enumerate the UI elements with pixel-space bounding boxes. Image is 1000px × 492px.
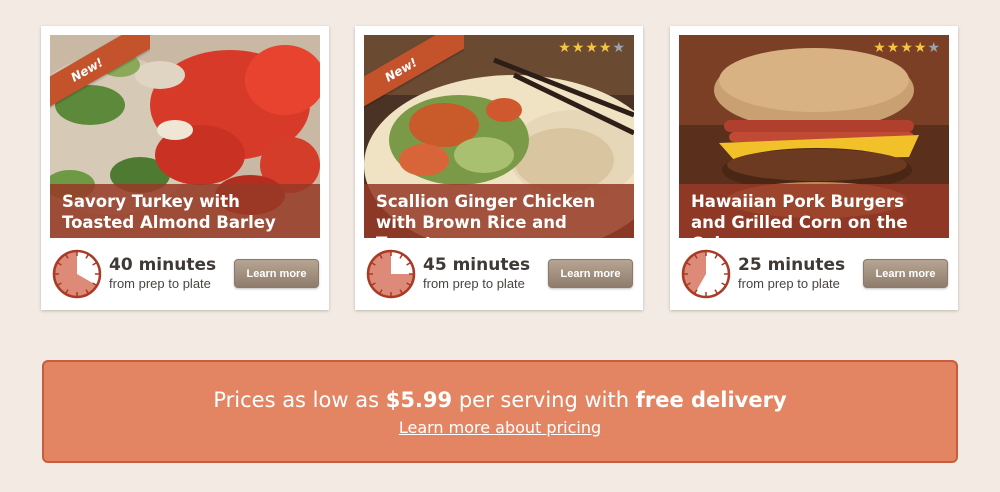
recipe-photo-turkey[interactable]: New! Savory Turkey with Toasted Almond B… (50, 35, 320, 238)
cook-time-caption: from prep to plate (423, 276, 525, 291)
star-empty-icon: ★ (612, 40, 626, 56)
recipe-card-pork-burgers[interactable]: ★★★★★ Hawaiian Pork Burgers and Grilled … (670, 26, 958, 310)
star-empty-icon: ★ (927, 40, 941, 56)
star-rating: ★★★★★ (558, 40, 626, 56)
recipe-card-scallion-chicken[interactable]: New! ★★★★★ Scallion Ginger Chicken with … (355, 26, 643, 310)
cook-time: 45 minutes (423, 255, 531, 275)
pricing-link[interactable]: Learn more about pricing (399, 418, 601, 437)
cook-time-caption: from prep to plate (738, 276, 840, 291)
recipe-photo-pork-burgers[interactable]: ★★★★★ Hawaiian Pork Burgers and Grilled … (679, 35, 949, 238)
pricing-price: $5.99 (385, 388, 453, 412)
star-icon: ★ (900, 40, 914, 56)
star-icon: ★ (886, 40, 901, 56)
star-icon: ★ (585, 40, 599, 56)
recipe-title[interactable]: Savory Turkey with Toasted Almond Barley (50, 184, 320, 238)
recipe-title[interactable]: Hawaiian Pork Burgers and Grilled Corn o… (679, 184, 949, 238)
star-icon: ★ (598, 40, 613, 56)
pricing-text-middle: per serving with (458, 388, 630, 412)
star-icon: ★ (571, 40, 586, 56)
cook-time: 25 minutes (738, 255, 846, 275)
star-icon: ★ (913, 40, 928, 56)
free-delivery-highlight: free delivery (635, 388, 787, 412)
pricing-text-before: Prices as low as (213, 388, 380, 412)
recipe-title[interactable]: Scallion Ginger Chicken with Brown Rice … (364, 184, 634, 238)
cook-time: 40 minutes (109, 255, 217, 275)
star-rating: ★★★★★ (873, 40, 941, 56)
timer-icon (681, 249, 731, 299)
star-icon: ★ (558, 40, 572, 56)
learn-more-button[interactable]: Learn more (863, 259, 948, 288)
new-badge: New! (50, 35, 150, 119)
pricing-message: Prices as low as $5.99 per serving with … (44, 388, 956, 412)
learn-more-button[interactable]: Learn more (234, 259, 319, 288)
recipe-photo-scallion-chicken[interactable]: New! ★★★★★ Scallion Ginger Chicken with … (364, 35, 634, 238)
new-ribbon: New! (364, 35, 464, 135)
timer-icon (52, 249, 102, 299)
cook-time-caption: from prep to plate (109, 276, 211, 291)
timer-icon (366, 249, 416, 299)
recipe-card-turkey[interactable]: New! Savory Turkey with Toasted Almond B… (41, 26, 329, 310)
new-ribbon: New! (50, 35, 150, 135)
learn-more-button[interactable]: Learn more (548, 259, 633, 288)
pricing-banner: Prices as low as $5.99 per serving with … (42, 360, 958, 463)
new-badge: New! (364, 35, 464, 119)
star-icon: ★ (873, 40, 887, 56)
